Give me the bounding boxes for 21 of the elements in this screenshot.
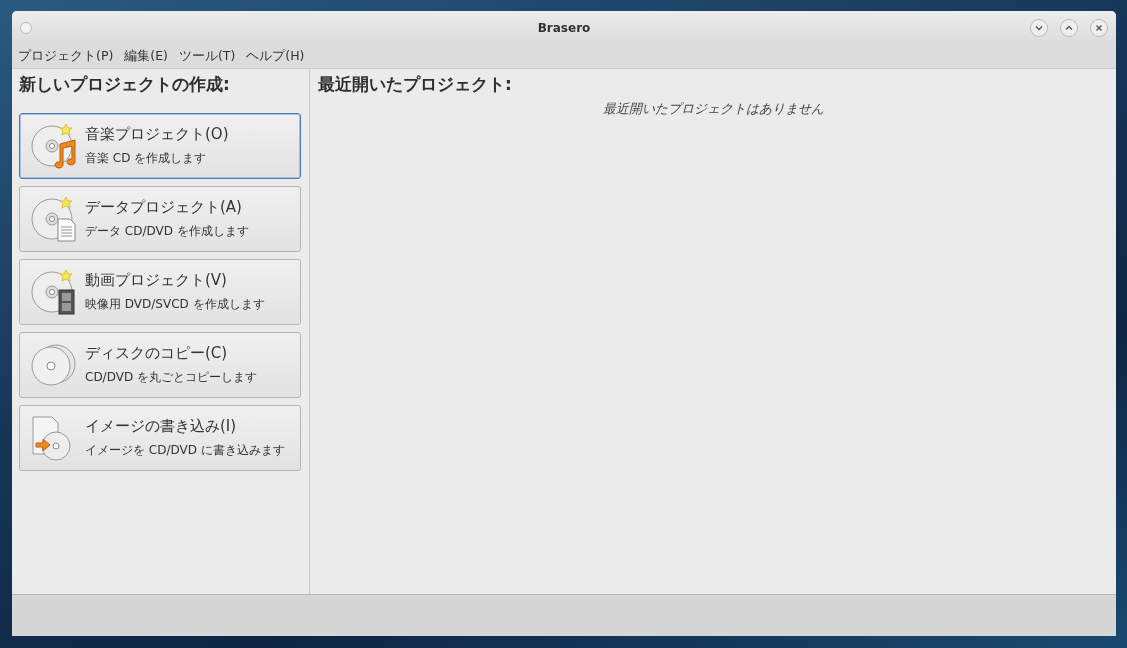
- two-discs-icon: [30, 341, 78, 389]
- minimize-button[interactable]: [1030, 18, 1048, 37]
- close-icon: [1094, 22, 1104, 33]
- window-title: Brasero: [537, 20, 591, 35]
- project-button[interactable]: データプロジェクト(A) データ CD/DVD を作成します: [19, 186, 301, 252]
- close-button[interactable]: [1090, 18, 1108, 37]
- project-button[interactable]: 音楽プロジェクト(O) 音楽 CD を作成します: [19, 113, 301, 179]
- menu-item[interactable]: ツール(T): [178, 47, 236, 65]
- maximize-button[interactable]: [1060, 18, 1078, 37]
- disc-document-icon: [30, 195, 78, 243]
- menu-item[interactable]: プロジェクト(P): [18, 47, 114, 65]
- disc-music-note-icon: [30, 122, 78, 170]
- project-button[interactable]: イメージの書き込み(I) イメージを CD/DVD に書き込みます: [19, 405, 301, 471]
- project-button[interactable]: 動画プロジェクト(V) 映像用 DVD/SVCD を作成します: [19, 259, 301, 325]
- menu-item[interactable]: ヘルプ(H): [246, 47, 305, 65]
- project-button[interactable]: ディスクのコピー(C) CD/DVD を丸ごとコピーします: [19, 332, 301, 398]
- menu-item[interactable]: 編集(E): [124, 47, 168, 65]
- empty-message: 最近開いたプロジェクトはありません: [601, 100, 825, 118]
- section-heading: 新しいプロジェクトの作成:: [19, 73, 231, 96]
- disc-film-icon: [30, 268, 78, 316]
- section-heading: 最近開いたプロジェクト:: [318, 73, 513, 96]
